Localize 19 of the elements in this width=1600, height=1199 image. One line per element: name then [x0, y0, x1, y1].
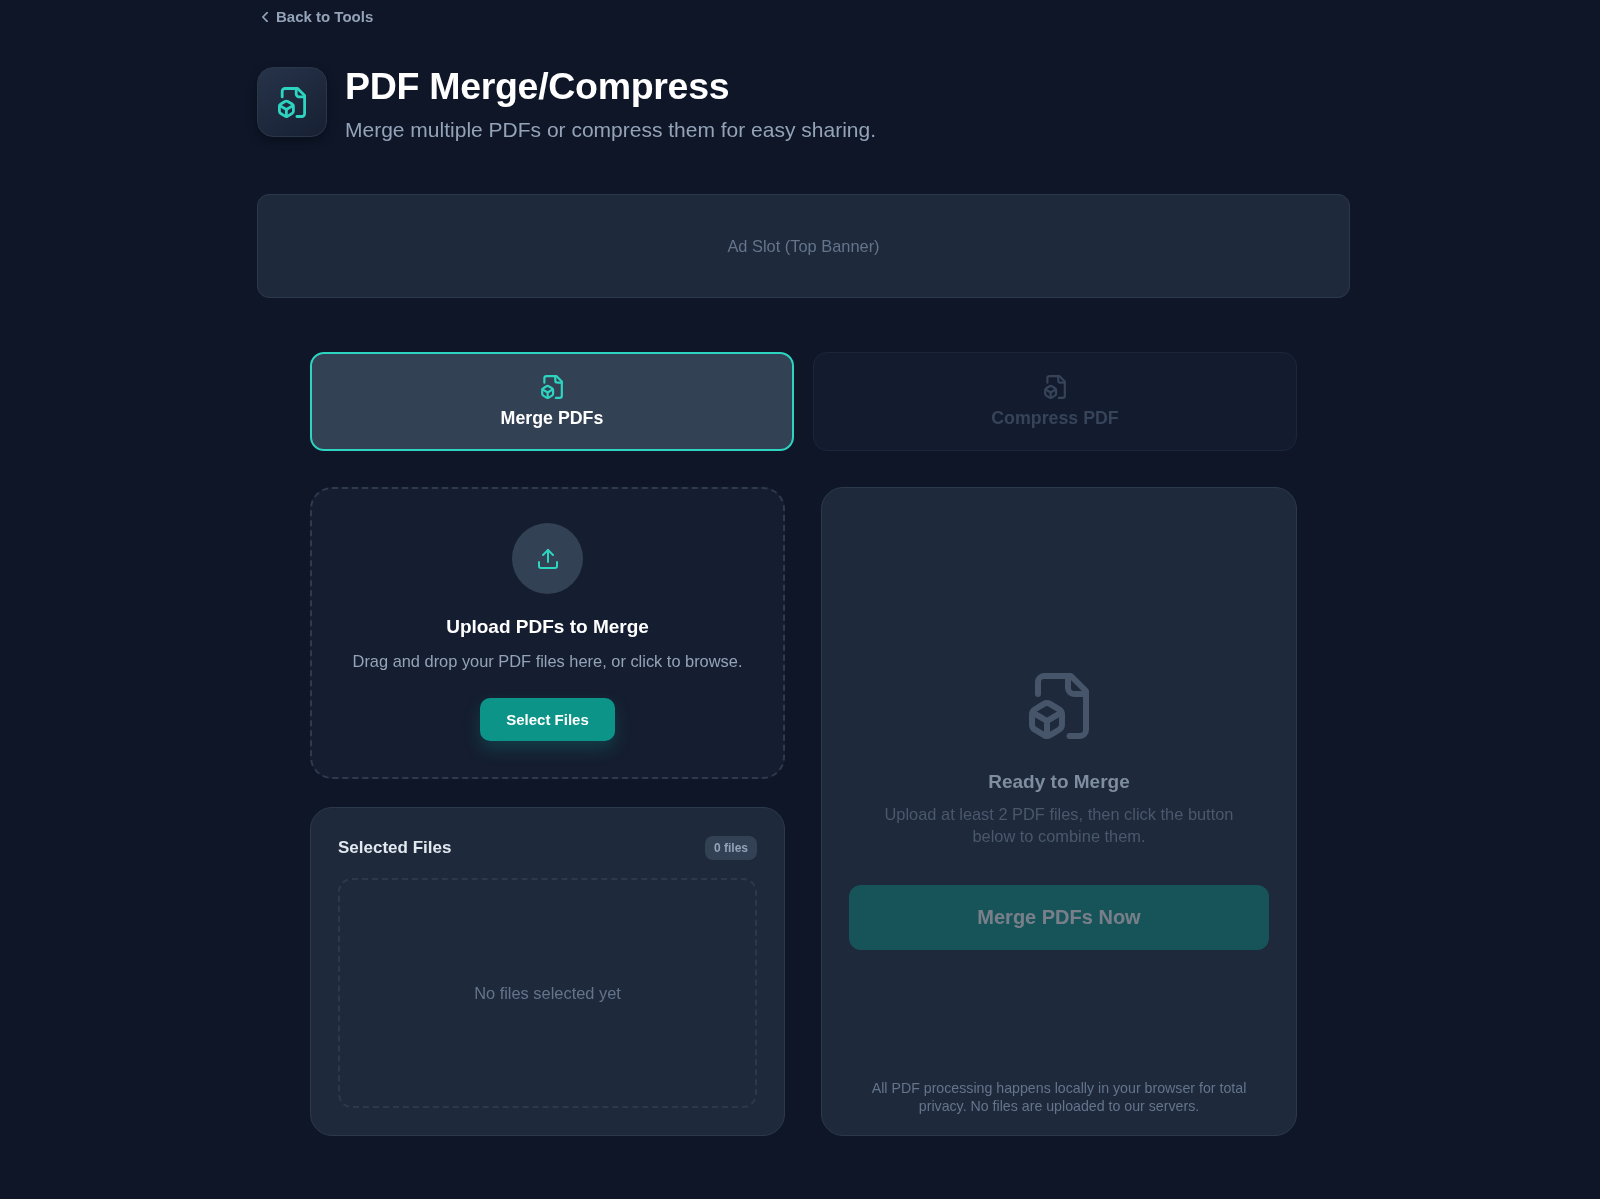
chevron-left-icon [262, 11, 268, 22]
document-cube-icon [541, 374, 563, 399]
panel-title: Ready to Merge [988, 770, 1130, 794]
empty-state-text: No files selected yet [474, 983, 621, 1003]
document-cube-icon [1044, 374, 1066, 399]
upload-description: Drag and drop your PDF files here, or click to browse. [352, 651, 743, 671]
document-cube-icon [1029, 673, 1089, 739]
panel-title: Selected Files [338, 838, 452, 858]
page-title: PDF Merge/Compress [345, 64, 731, 108]
tab[interactable]: Merge PDFs [310, 352, 794, 451]
page-subtitle: Merge multiple PDFs or compress them for easy sharing. [345, 117, 877, 143]
privacy-note: All PDF processing happens locally in your browser for total privacy. No files are uploaded to our servers. [870, 1080, 1248, 1115]
ad-label: Ad Slot (Top Banner) [727, 236, 880, 256]
file-count-badge: 0 files [704, 836, 757, 860]
upload-dropzone[interactable]: Upload PDFs to Merge Drag and drop your PDF files here, or click to browse. Select Files [310, 487, 785, 779]
upload-title: Upload PDFs to Merge [446, 615, 649, 639]
select-files-button[interactable]: Select Files [480, 698, 615, 741]
back-link[interactable]: Back to Tools [262, 8, 374, 25]
document-cube-icon [257, 67, 327, 137]
